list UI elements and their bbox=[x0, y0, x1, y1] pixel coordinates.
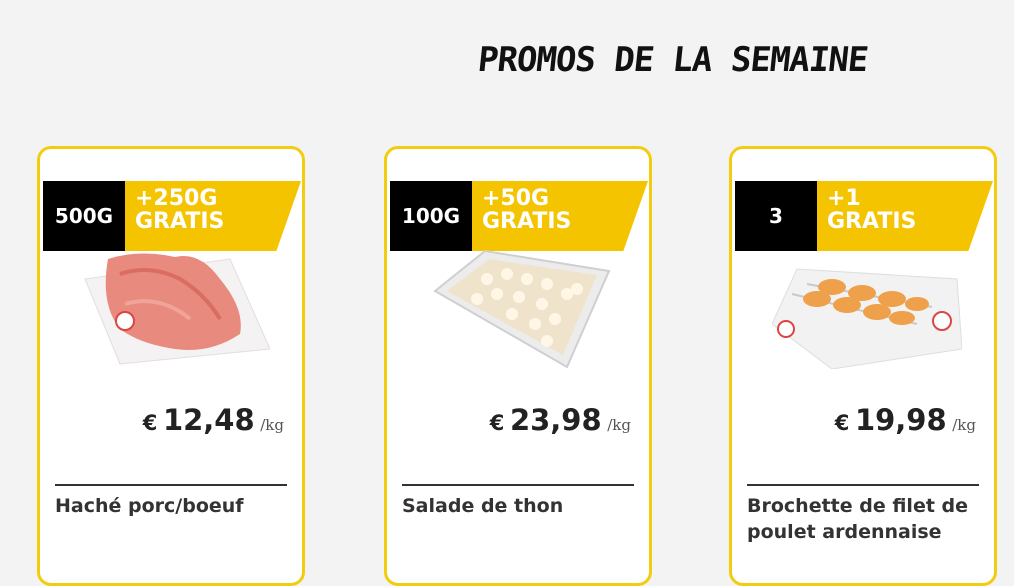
product-name[interactable]: Brochette de filet de poulet ardennaise bbox=[747, 493, 984, 545]
price-amount: 19,98 bbox=[854, 403, 947, 437]
product-name[interactable]: Haché porc/boeuf bbox=[55, 493, 292, 519]
product-image-tuna-salad[interactable] bbox=[427, 249, 617, 369]
price-amount: 23,98 bbox=[509, 403, 602, 437]
divider bbox=[402, 484, 634, 486]
promo-badge: 500G +250G GRATIS bbox=[43, 181, 302, 251]
currency-symbol: € bbox=[142, 411, 158, 435]
promo-gratis: GRATIS bbox=[827, 209, 917, 234]
promo-extra: +1 bbox=[827, 186, 861, 211]
product-image-chicken-skewers[interactable] bbox=[772, 249, 962, 369]
price-amount: 12,48 bbox=[162, 403, 255, 437]
product-price: € 23,98 /kg bbox=[490, 403, 631, 437]
quantity-label: 3 bbox=[735, 181, 817, 251]
product-card-salade-thon[interactable]: 100G +50G GRATIS € 23,98 /kg Salade de t… bbox=[384, 146, 652, 586]
product-card-hache[interactable]: 500G +250G GRATIS € 12,48 /kg Haché porc… bbox=[37, 146, 305, 586]
divider bbox=[747, 484, 979, 486]
quantity-label: 500G bbox=[43, 181, 125, 251]
promo-badge: 3 +1 GRATIS bbox=[735, 181, 994, 251]
promo-badge: 100G +50G GRATIS bbox=[390, 181, 649, 251]
promo-label: +1 GRATIS bbox=[817, 181, 993, 251]
product-card-brochette[interactable]: 3 +1 GRATIS € 19,98 /kg Brochette de fil… bbox=[729, 146, 997, 586]
product-name[interactable]: Salade de thon bbox=[402, 493, 639, 519]
promo-gratis: GRATIS bbox=[482, 209, 572, 234]
promo-gratis: GRATIS bbox=[135, 209, 225, 234]
price-unit: /kg bbox=[260, 416, 284, 434]
quantity-label: 100G bbox=[390, 181, 472, 251]
promo-extra: +250G bbox=[135, 186, 218, 211]
currency-symbol: € bbox=[489, 411, 505, 435]
product-price: € 12,48 /kg bbox=[143, 403, 284, 437]
currency-symbol: € bbox=[834, 411, 850, 435]
page-title: PROMOS DE LA SEMAINE bbox=[475, 40, 870, 80]
price-unit: /kg bbox=[607, 416, 631, 434]
product-price: € 19,98 /kg bbox=[835, 403, 976, 437]
promo-extra: +50G bbox=[482, 186, 550, 211]
promo-label: +250G GRATIS bbox=[125, 181, 301, 251]
promo-label: +50G GRATIS bbox=[472, 181, 648, 251]
divider bbox=[55, 484, 287, 486]
price-unit: /kg bbox=[952, 416, 976, 434]
product-image-minced-meat[interactable] bbox=[80, 249, 270, 369]
